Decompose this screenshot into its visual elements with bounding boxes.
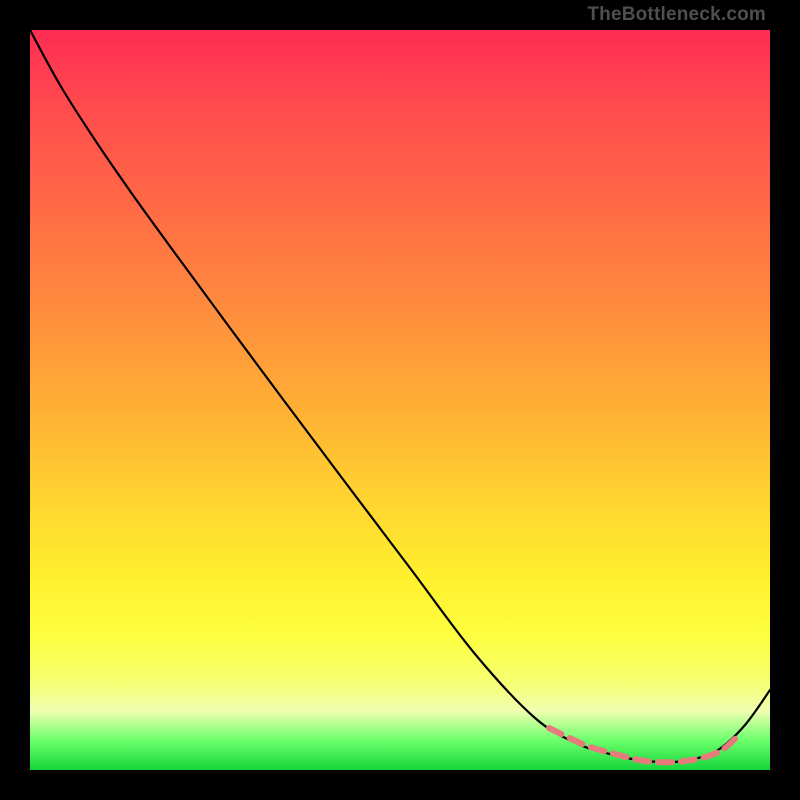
optimal-range-dashes <box>549 728 736 762</box>
bottleneck-curve <box>30 30 770 762</box>
watermark-text: TheBottleneck.com <box>587 4 766 26</box>
chart-frame: TheBottleneck.com <box>0 0 800 800</box>
curve-svg <box>30 30 770 770</box>
